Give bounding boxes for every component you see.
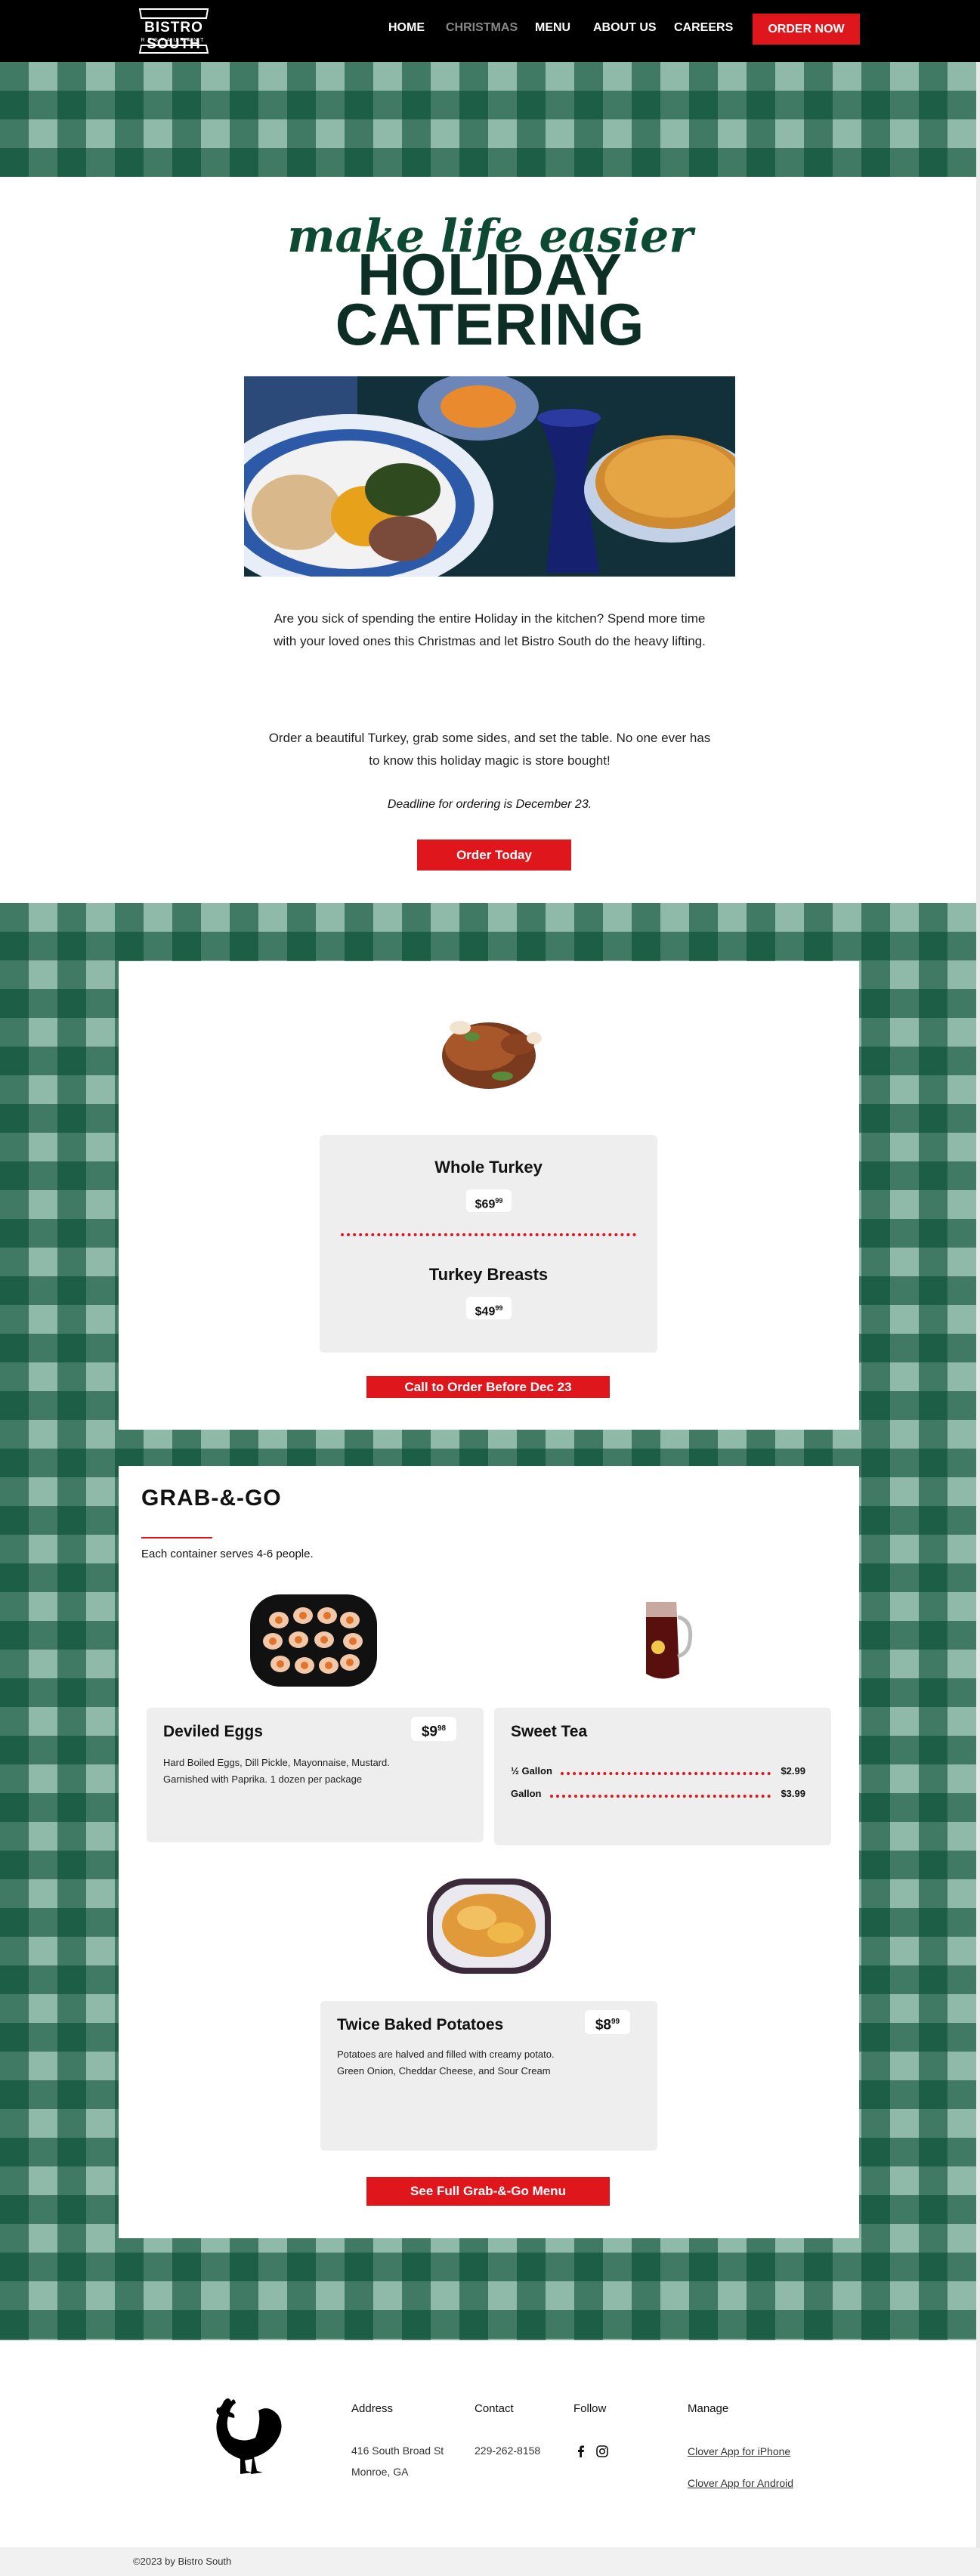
deviled-eggs-price: $998 xyxy=(411,1717,456,1741)
serving-note: Each container serves 4-6 people. xyxy=(141,1548,314,1560)
deadline-text: Deadline for ordering is December 23. xyxy=(387,798,592,811)
logo-name: BISTRO SOUTH xyxy=(144,20,203,52)
potatoes-description: Potatoes are halved and filled with crea… xyxy=(337,2049,555,2077)
roast-turkey-image xyxy=(442,1021,542,1089)
clover-android-link[interactable]: Clover App for Android xyxy=(688,2477,793,2489)
potatoes-title: Twice Baked Potatoes xyxy=(337,2016,504,2033)
logo-subtitle: RESTAURANT xyxy=(141,38,207,43)
deviled-eggs-title: Deviled Eggs xyxy=(163,1723,263,1740)
site-header: BISTRO SOUTH RESTAURANT HOME CHRISTMAS M… xyxy=(0,0,980,62)
dotted-divider xyxy=(341,1233,636,1236)
full-grab-and-go-menu-button[interactable]: See Full Grab-&-Go Menu xyxy=(366,2177,610,2206)
copyright-bar: ©2023 by Bistro South xyxy=(0,2547,980,2576)
sweet-tea-title: Sweet Tea xyxy=(511,1723,588,1740)
tea-half-gallon-row: ½ Gallon $2.99 xyxy=(511,1765,805,1777)
footer-phone[interactable]: 229-262-8158 xyxy=(475,2440,540,2461)
deviled-eggs-box: Deviled Eggs $998 Hard Boiled Eggs, Dill… xyxy=(147,1708,484,1842)
twice-baked-potatoes-image xyxy=(427,1879,551,1974)
whole-turkey-price: $6999 xyxy=(466,1189,512,1212)
call-to-order-button[interactable]: Call to Order Before Dec 23 xyxy=(366,1376,610,1398)
copyright-text: ©2023 by Bistro South xyxy=(133,2556,232,2567)
intro-paragraph-1: Are you sick of spending the entire Holi… xyxy=(274,611,706,648)
turkey-card: Whole Turkey $6999 Turkey Breasts $4999 … xyxy=(119,961,859,1430)
clover-iphone-link[interactable]: Clover App for iPhone xyxy=(688,2445,790,2457)
grab-and-go-card: GRAB-&-GO Each container serves 4-6 peop… xyxy=(119,1466,859,2238)
footer-manage-label: Manage xyxy=(688,2402,729,2415)
sweet-tea-box: Sweet Tea ½ Gallon $2.99 Gallon $3.99 xyxy=(494,1708,831,1845)
order-now-button[interactable]: ORDER NOW xyxy=(753,14,860,45)
grab-and-go-title: GRAB-&-GO xyxy=(141,1486,282,1511)
sweet-tea-pitcher-image xyxy=(646,1602,693,1679)
turkey-price-box: Whole Turkey $6999 Turkey Breasts $4999 xyxy=(320,1135,657,1353)
nav-menu[interactable]: MENU xyxy=(535,21,570,35)
order-today-button[interactable]: Order Today xyxy=(417,840,571,871)
title-underline xyxy=(141,1537,212,1538)
nav-christmas[interactable]: CHRISTMAS xyxy=(446,21,518,35)
rooster-logo-icon xyxy=(216,2398,282,2474)
footer-follow-label: Follow xyxy=(573,2402,607,2415)
holiday-dinner-photo xyxy=(244,376,735,577)
nav-home[interactable]: HOME xyxy=(388,21,425,35)
footer-address: 416 South Broad St Monroe, GA xyxy=(351,2445,444,2478)
instagram-icon[interactable] xyxy=(596,2445,608,2457)
turkey-breasts-price: $4999 xyxy=(466,1297,512,1319)
twice-baked-potatoes-box: Twice Baked Potatoes $899 Potatoes are h… xyxy=(320,2001,657,2151)
nav-careers[interactable]: CAREERS xyxy=(674,21,733,35)
footer-contact-label: Contact xyxy=(475,2402,514,2415)
intro-paragraph-2: Order a beautiful Turkey, grab some side… xyxy=(268,731,711,768)
tea-gallon-row: Gallon $3.99 xyxy=(511,1788,805,1799)
footer-address-label: Address xyxy=(351,2402,394,2415)
scrollbar-track[interactable] xyxy=(976,62,980,2548)
nav-about-us[interactable]: ABOUT US xyxy=(593,21,657,35)
deviled-eggs-description: Hard Boiled Eggs, Dill Pickle, Mayonnais… xyxy=(163,1757,390,1785)
potatoes-price: $899 xyxy=(585,2010,630,2034)
hero-title-catering: CATERING xyxy=(335,291,645,357)
turkey-breasts-title: Turkey Breasts xyxy=(428,1265,549,1284)
bistro-south-logo[interactable]: BISTRO SOUTH RESTAURANT xyxy=(117,8,230,54)
deviled-eggs-image xyxy=(250,1594,377,1687)
plaid-banner xyxy=(0,62,980,177)
whole-turkey-title: Whole Turkey xyxy=(434,1158,543,1177)
facebook-icon[interactable] xyxy=(576,2445,586,2457)
